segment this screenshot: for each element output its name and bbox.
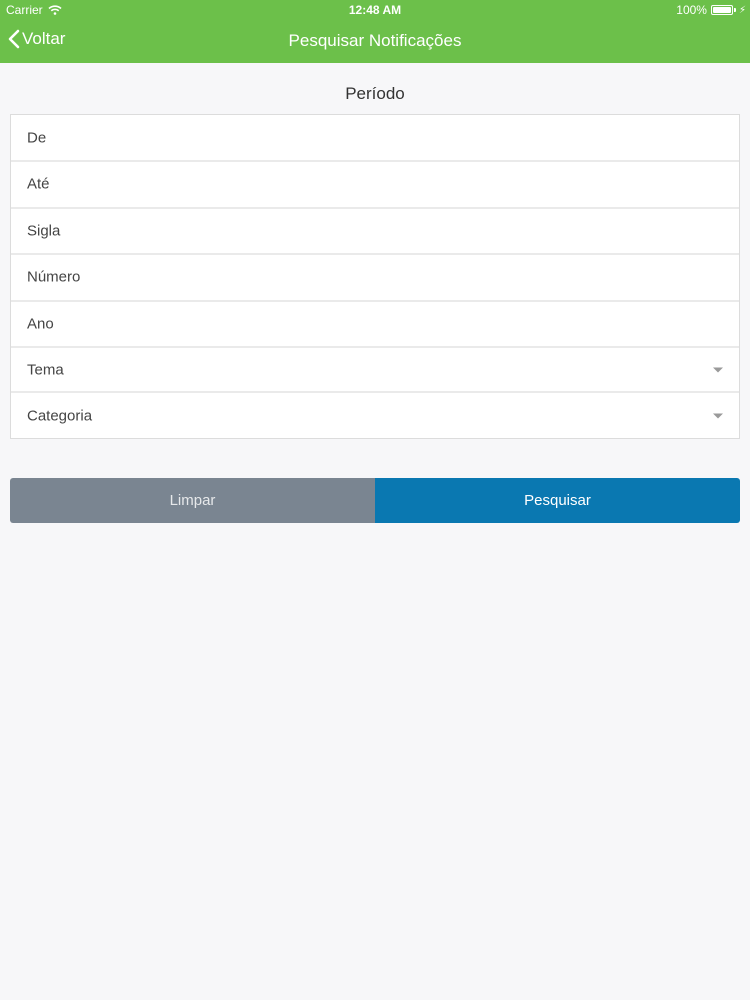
- select-tema-label: Tema: [27, 361, 64, 379]
- battery-icon: [710, 5, 733, 15]
- search-form: De Até Sigla Número Ano Tema Categoria: [10, 114, 740, 440]
- dropdown-arrow-icon: [713, 413, 723, 419]
- battery-indicator: 100% ⚡: [676, 3, 746, 17]
- field-numero-label: Número: [27, 268, 81, 286]
- status-bar: Carrier 12:48 AM 100% ⚡: [0, 0, 750, 20]
- action-buttons: Limpar Pesquisar: [10, 478, 740, 523]
- status-time: 12:48 AM: [348, 3, 402, 17]
- charging-icon: ⚡: [738, 4, 746, 16]
- app-header: Carrier 12:48 AM 100% ⚡ Voltar Pesquisar…: [0, 0, 750, 63]
- field-ano[interactable]: Ano: [11, 302, 739, 349]
- clear-button[interactable]: Limpar: [10, 478, 375, 523]
- field-ate[interactable]: Até: [11, 162, 739, 209]
- clear-button-label: Limpar: [169, 492, 216, 509]
- field-sigla[interactable]: Sigla: [11, 209, 739, 256]
- navigation-bar: Voltar Pesquisar Notificações: [0, 20, 750, 63]
- field-numero[interactable]: Número: [11, 255, 739, 302]
- select-tema[interactable]: Tema: [11, 348, 739, 394]
- field-sigla-label: Sigla: [27, 222, 61, 240]
- dropdown-arrow-icon: [713, 367, 723, 373]
- field-de-label: De: [27, 129, 47, 146]
- page-title: Pesquisar Notificações: [288, 31, 462, 50]
- battery-percent: 100%: [676, 3, 707, 17]
- select-categoria-label: Categoria: [27, 407, 93, 425]
- field-ano-label: Ano: [27, 315, 54, 333]
- battery-tip: [733, 8, 736, 12]
- search-button[interactable]: Pesquisar: [375, 478, 740, 523]
- search-button-label: Pesquisar: [524, 492, 591, 509]
- select-categoria[interactable]: Categoria: [11, 393, 739, 438]
- field-de[interactable]: De: [11, 115, 739, 162]
- section-title-periodo: Período: [345, 84, 405, 103]
- field-ate-label: Até: [27, 175, 50, 193]
